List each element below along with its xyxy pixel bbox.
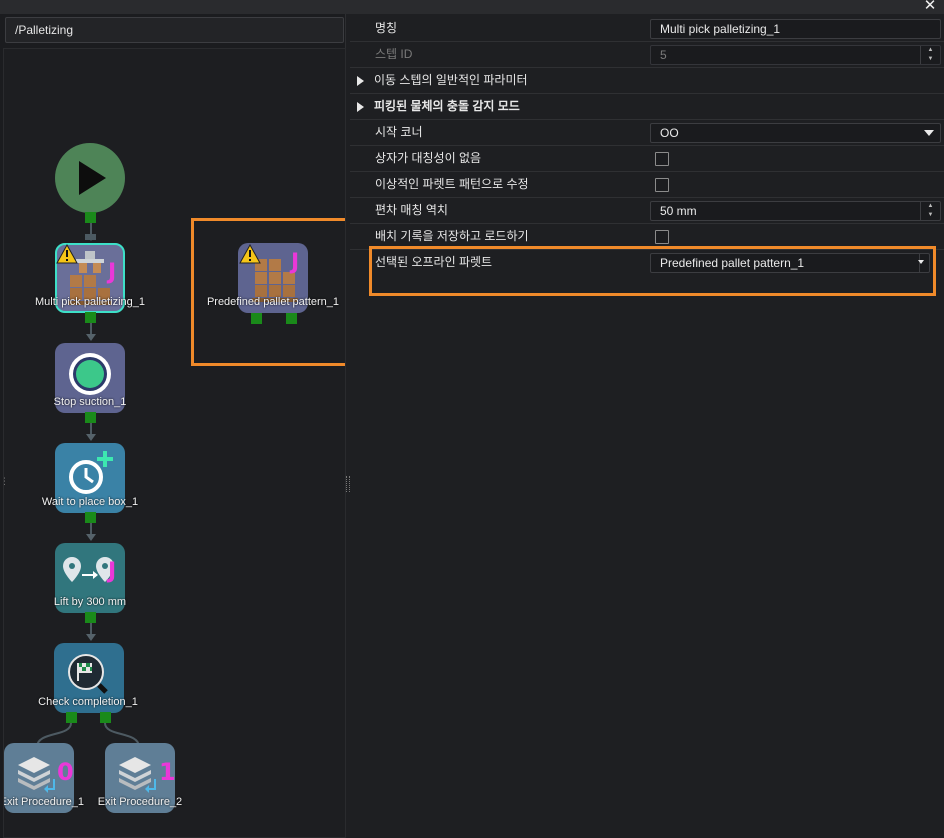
section-title: 이동 스텝의 일반적인 파라미터 bbox=[374, 73, 528, 87]
node-label: Wait to place box_1 bbox=[41, 496, 139, 508]
connection-arrow bbox=[86, 434, 96, 441]
property-row-asymmetric: 상자가 대칭성이 없음 bbox=[350, 146, 944, 172]
connection-arrow bbox=[86, 634, 96, 641]
property-label: 이상적인 파렛트 패턴으로 수정 bbox=[375, 177, 529, 191]
step-id-spinner: ▲ ▼ bbox=[920, 46, 940, 64]
section-collision-mode[interactable]: 피킹된 물체의 충돌 감지 모드 bbox=[350, 94, 944, 120]
connection-arrow bbox=[86, 534, 96, 541]
output-port[interactable] bbox=[85, 612, 96, 623]
node-label: Lift by 300 mm bbox=[53, 596, 127, 608]
chevron-down-icon bbox=[924, 130, 934, 136]
exit-index-badge: 1 bbox=[159, 758, 176, 786]
fix-pattern-checkbox[interactable] bbox=[655, 178, 669, 192]
warning-icon bbox=[56, 244, 78, 264]
node-label: Stop suction_1 bbox=[53, 396, 127, 408]
start-corner-select[interactable]: OO bbox=[650, 123, 941, 143]
property-row-offset-threshold: 편차 매칭 역치 50 mm ▲ ▼ bbox=[350, 198, 944, 224]
title-strip: ✕ bbox=[0, 0, 944, 14]
output-port[interactable] bbox=[85, 212, 96, 223]
start-corner-value: OO bbox=[660, 126, 679, 140]
node-label: Exit Procedure_2 bbox=[97, 796, 183, 808]
output-port[interactable] bbox=[100, 712, 111, 723]
close-icon[interactable]: ✕ bbox=[922, 0, 938, 14]
output-port[interactable] bbox=[85, 512, 96, 523]
section-move-params[interactable]: 이동 스텝의 일반적인 파라미터 bbox=[350, 68, 944, 94]
breadcrumb: /Palletizing bbox=[5, 17, 344, 43]
offset-spinner[interactable]: ▲ ▼ bbox=[920, 202, 940, 220]
property-label: 시작 코너 bbox=[375, 125, 423, 139]
property-label: 스텝 ID bbox=[375, 47, 413, 61]
property-label: 상자가 대칭성이 없음 bbox=[375, 151, 482, 165]
property-row-fix-pattern: 이상적인 파렛트 패턴으로 수정 bbox=[350, 172, 944, 198]
offset-threshold-input[interactable]: 50 mm ▲ ▼ bbox=[650, 201, 941, 221]
highlight-box bbox=[191, 218, 345, 366]
output-port[interactable] bbox=[85, 312, 96, 323]
properties-panel: 명칭 Multi pick palletizing_1 스텝 ID 5 ▲ ▼ 이… bbox=[350, 14, 944, 838]
node-label: Exit Procedure_1 bbox=[3, 796, 84, 808]
exit-index-badge: 0 bbox=[57, 758, 74, 786]
workflow-panel: /Palletizing J Multi pick palletizing_1 … bbox=[0, 14, 346, 838]
property-label: 명칭 bbox=[375, 21, 398, 35]
node-label: Check completion_1 bbox=[38, 696, 138, 708]
output-port[interactable] bbox=[66, 712, 77, 723]
step-id-value: 5 bbox=[660, 48, 667, 62]
property-row-start-corner: 시작 코너 OO bbox=[350, 120, 944, 146]
play-icon bbox=[79, 161, 106, 195]
property-row-name: 명칭 Multi pick palletizing_1 bbox=[350, 16, 944, 42]
offset-threshold-value: 50 mm bbox=[660, 204, 697, 218]
highlight-box bbox=[369, 246, 936, 296]
step-id-field: 5 ▲ ▼ bbox=[650, 45, 941, 65]
save-load-checkbox[interactable] bbox=[655, 230, 669, 244]
name-field[interactable]: Multi pick palletizing_1 bbox=[650, 19, 941, 39]
workflow-canvas[interactable]: J Multi pick palletizing_1 J Predefined … bbox=[3, 48, 346, 838]
expand-arrow-icon[interactable] bbox=[357, 102, 364, 112]
left-edge-splitter[interactable]: ⋮ bbox=[0, 476, 9, 492]
input-port[interactable] bbox=[85, 234, 96, 240]
property-label: 편차 매칭 역치 bbox=[375, 203, 448, 217]
connection-arrow bbox=[86, 334, 96, 341]
job-badge: J bbox=[108, 559, 117, 584]
output-port[interactable] bbox=[85, 412, 96, 423]
start-node[interactable] bbox=[55, 143, 125, 213]
section-title: 피킹된 물체의 충돌 감지 모드 bbox=[374, 99, 520, 113]
expand-arrow-icon[interactable] bbox=[357, 76, 364, 86]
job-badge: J bbox=[108, 260, 117, 285]
node-label: Multi pick palletizing_1 bbox=[34, 296, 146, 308]
property-row-step-id: 스텝 ID 5 ▲ ▼ bbox=[350, 42, 944, 68]
asymmetric-checkbox[interactable] bbox=[655, 152, 669, 166]
